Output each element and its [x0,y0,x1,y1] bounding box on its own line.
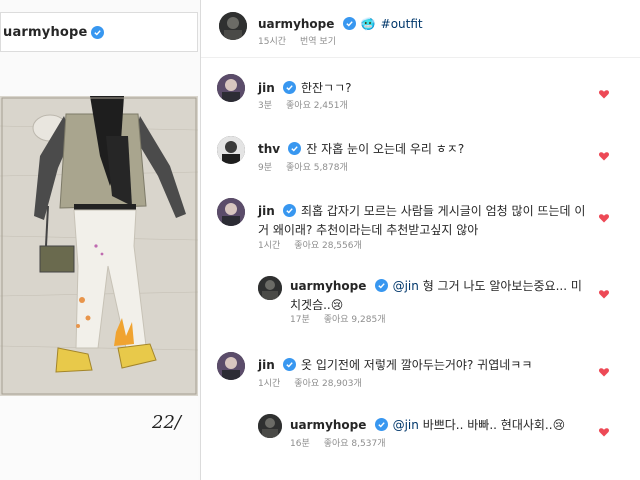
commenter-avatar[interactable] [217,352,245,380]
verified-badge-icon [374,418,388,431]
commenter-avatar[interactable] [258,414,282,438]
comment: jin 죄홉 갑자기 모르는 사람들 게시글이 엄청 많이 뜨는데 이거 왜이래… [201,196,640,252]
verified-badge-icon [282,81,296,94]
translate-link[interactable]: 번역 보기 [300,37,336,47]
heart-icon[interactable] [598,288,610,300]
comment-time: 1시간 [258,241,281,251]
heart-icon[interactable] [598,366,610,378]
comment-body: uarmyhope @jin 바쁘다.. 바빠.. 현대사회..😢 [290,414,590,433]
comment-time: 1시간 [258,379,281,389]
commenter-avatar[interactable] [217,136,245,164]
commenter-username[interactable]: uarmyhope [290,279,366,293]
comment-meta: 3분 좋아요 2,451개 [258,98,348,111]
verified-badge-icon [374,279,388,292]
comment-reply: uarmyhope @jin 형 그거 나도 알아보는중요... 미치겟슴..😢… [201,270,640,326]
caption-line: uarmyhope 🥶 #outfit [258,13,423,32]
comment-meta: 16분 좋아요 8,537개 [290,436,385,449]
comment-time: 17분 [290,315,310,325]
comment-likes[interactable]: 좋아요 28,903개 [294,379,361,389]
comment-meta: 17분 좋아요 9,285개 [290,312,385,325]
comment-likes[interactable]: 좋아요 28,556개 [294,241,361,251]
heart-icon[interactable] [598,426,610,438]
comment-time: 9분 [258,163,273,173]
comment-text: 죄홉 갑자기 모르는 사람들 게시글이 엄청 많이 뜨는데 이거 왜이래? 추천… [258,204,586,237]
photo-handwritten-note: 22/ [152,412,181,433]
commenter-username[interactable]: thv [258,142,280,156]
comment-body: jin 한잔ㄱㄱ? [258,77,598,96]
verified-badge-icon [282,358,296,371]
comment-likes[interactable]: 좋아요 8,537개 [324,439,386,449]
comment-body: jin 죄홉 갑자기 모르는 사람들 게시글이 엄청 많이 뜨는데 이거 왜이래… [258,200,588,238]
profile-header: uarmyhope [0,12,198,52]
commenter-avatar[interactable] [258,276,282,300]
comment-likes[interactable]: 좋아요 2,451개 [286,101,348,111]
comment-time: 16분 [290,439,310,449]
verified-badge-icon [90,25,104,39]
commenter-username[interactable]: jin [258,204,275,218]
comment: jin 한잔ㄱㄱ? 3분 좋아요 2,451개 [201,72,640,112]
comment-mention[interactable]: @jin [393,279,419,293]
commenter-username[interactable]: jin [258,81,275,95]
verified-badge-icon [342,17,356,30]
verified-badge-icon [282,204,296,217]
comment-body: thv 잔 자홉 눈이 오는데 우리 ㅎㅈ? [258,138,598,157]
commenter-username[interactable]: jin [258,358,275,372]
comment-text: 바쁘다.. 바빠.. 현대사회..😢 [418,418,566,432]
caption-hashtag[interactable]: #outfit [381,17,423,31]
comment-meta: 1시간 좋아요 28,903개 [258,376,362,389]
photo-bottom-strip [0,396,198,480]
heart-icon[interactable] [598,88,610,100]
commenter-username[interactable]: uarmyhope [290,418,366,432]
post-meta: 15시간 번역 보기 [258,34,336,47]
comment-mention[interactable]: @jin [393,418,419,432]
comment-meta: 1시간 좋아요 28,556개 [258,238,362,251]
left-photo-panel: uarmyhope 22/ [0,0,200,480]
comment-reply: uarmyhope @jin 바쁘다.. 바빠.. 현대사회..😢 16분 좋아요… [201,410,640,450]
comment-body: uarmyhope @jin 형 그거 나도 알아보는중요... 미치겟슴..😢 [290,275,590,313]
comment: thv 잔 자홉 눈이 오는데 우리 ㅎㅈ? 9분 좋아요 5,878개 [201,132,640,173]
comment: jin 옷 입기전에 저렇게 깔아두는거야? 귀엽네ㅋㅋ 1시간 좋아요 28,9… [201,350,640,390]
profile-username[interactable]: uarmyhope [3,25,88,40]
comment-likes[interactable]: 좋아요 9,285개 [324,315,386,325]
commenter-avatar[interactable] [217,74,245,102]
comment-text: 옷 입기전에 저렇게 깔아두는거야? 귀엽네ㅋㅋ [300,358,533,372]
post-time: 15시간 [258,37,287,47]
comments-panel: uarmyhope 🥶 #outfit 15시간 번역 보기 jin 한잔ㄱㄱ? … [201,0,640,480]
post-caption: uarmyhope 🥶 #outfit 15시간 번역 보기 [201,0,640,58]
comment-text: 한잔ㄱㄱ? [300,81,352,95]
comment-text: 잔 자홉 눈이 오는데 우리 ㅎㅈ? [306,142,465,156]
heart-icon[interactable] [598,150,610,162]
caption-emoji: 🥶 [360,17,376,31]
heart-icon[interactable] [598,212,610,224]
post-author-username[interactable]: uarmyhope [258,17,334,31]
post-author-avatar[interactable] [219,12,247,40]
comment-time: 3분 [258,101,273,111]
comment-likes[interactable]: 좋아요 5,878개 [286,163,348,173]
comment-body: jin 옷 입기전에 저렇게 깔아두는거야? 귀엽네ㅋㅋ [258,354,598,373]
verified-badge-icon [288,142,302,155]
comment-meta: 9분 좋아요 5,878개 [258,160,348,173]
commenter-avatar[interactable] [217,198,245,226]
